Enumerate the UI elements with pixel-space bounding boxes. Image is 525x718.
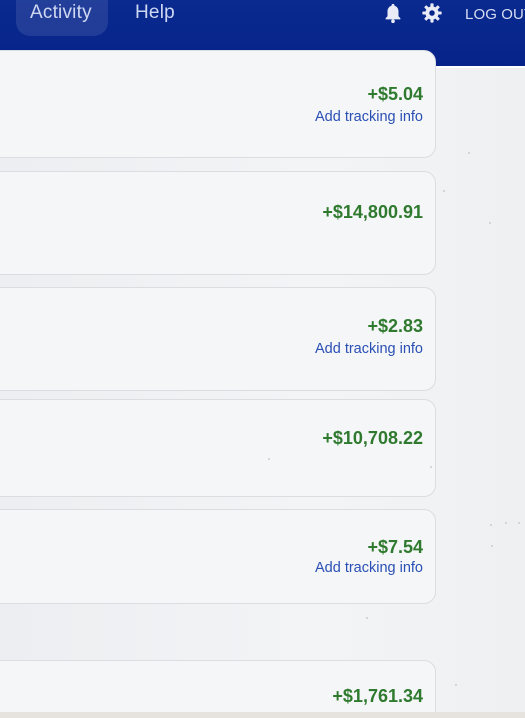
transaction-card[interactable]: +$10,708.22 bbox=[0, 399, 436, 497]
bell-icon[interactable] bbox=[382, 2, 404, 24]
screen-speck bbox=[268, 458, 270, 460]
screen-speck bbox=[443, 190, 445, 192]
transaction-card[interactable]: +$2.83 Add tracking info bbox=[0, 287, 436, 391]
nav-help-link[interactable]: Help bbox=[135, 2, 175, 24]
transaction-card[interactable]: +$14,800.91 bbox=[0, 171, 436, 275]
transaction-card[interactable]: +$7.54 Add tracking info bbox=[0, 509, 436, 604]
transaction-amount: +$1,761.34 bbox=[332, 686, 423, 706]
screen-speck bbox=[430, 466, 432, 468]
add-tracking-link[interactable]: Add tracking info bbox=[315, 341, 423, 357]
transaction-amount: +$7.54 bbox=[367, 537, 423, 557]
screen-speck bbox=[366, 617, 368, 619]
transaction-amount: +$5.04 bbox=[367, 84, 423, 104]
screen-speck bbox=[518, 522, 520, 524]
activity-page: Activity Help LOG OUT +$5.04 Add tr bbox=[0, 0, 525, 718]
transaction-card[interactable]: +$5.04 Add tracking info bbox=[0, 50, 436, 158]
screen-speck bbox=[491, 545, 493, 547]
gear-icon[interactable] bbox=[421, 2, 443, 24]
transaction-amount: +$10,708.22 bbox=[322, 428, 423, 448]
screen-speck bbox=[505, 522, 507, 524]
logout-button[interactable]: LOG OUT bbox=[465, 6, 525, 23]
transaction-amount: +$14,800.91 bbox=[322, 202, 423, 222]
add-tracking-link[interactable]: Add tracking info bbox=[315, 109, 423, 125]
screen-speck bbox=[489, 222, 491, 224]
transaction-card[interactable]: +$1,761.34 bbox=[0, 660, 436, 718]
screen-speck bbox=[455, 684, 457, 686]
screen-bottom-edge bbox=[0, 712, 525, 718]
add-tracking-link[interactable]: Add tracking info bbox=[315, 560, 423, 576]
nav-activity-link[interactable]: Activity bbox=[30, 2, 92, 24]
screen-speck bbox=[468, 152, 470, 154]
transaction-amount: +$2.83 bbox=[367, 316, 423, 336]
screen-speck bbox=[490, 524, 492, 526]
